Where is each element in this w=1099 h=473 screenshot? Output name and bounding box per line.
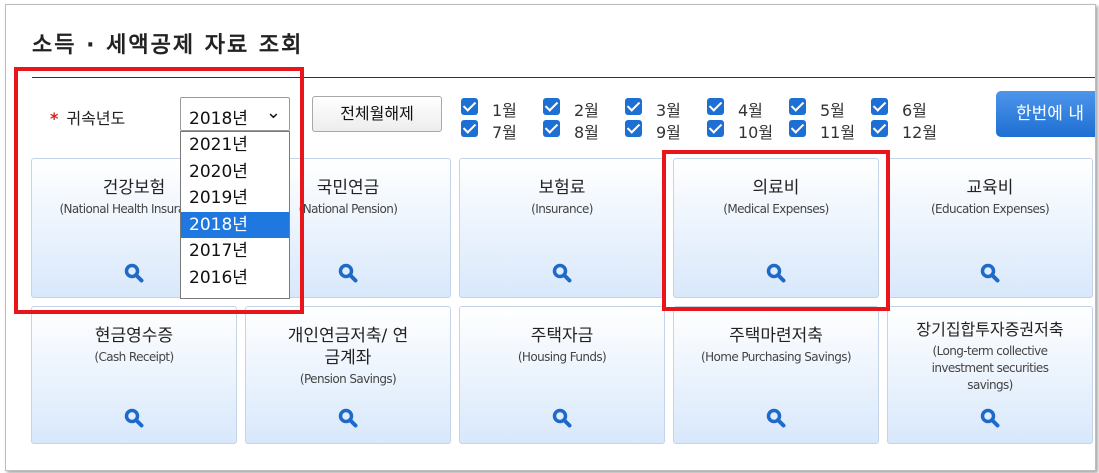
card-subtitle: (Long-term collective investment securit… <box>931 344 1049 392</box>
year-option-2018-selected[interactable]: 2018년 <box>181 211 289 239</box>
card-home-purchasing-savings[interactable]: 주택마련저축 (Home Purchasing Savings) <box>673 306 879 444</box>
checkbox-checked-icon <box>625 98 642 115</box>
search-icon[interactable] <box>766 263 786 283</box>
year-option-2017[interactable]: 2017년 <box>181 238 289 265</box>
card-subtitle: (Education Expenses) <box>930 202 1050 216</box>
checkbox-checked-icon <box>461 120 478 137</box>
lookup-all-button[interactable]: 한번에 내 <box>996 91 1095 137</box>
page-title: 소득 · 세액공제 자료 조회 <box>32 33 304 58</box>
card-subtitle: (Pension Savings) <box>299 372 397 386</box>
card-title: 개인연금저축/ 연금계좌 <box>287 326 409 368</box>
checkbox-checked-icon <box>871 120 888 137</box>
card-title: 현금영수증 <box>94 326 174 346</box>
required-mark: * <box>50 109 59 128</box>
month-label: 12월 <box>902 123 938 142</box>
card-long-term-investment-savings[interactable]: 장기집합투자증권저축 (Long-term collective investm… <box>887 306 1093 444</box>
search-icon[interactable] <box>552 263 572 283</box>
year-dropdown-list: 2021년 2020년 2019년 2018년 2017년 2016년 <box>180 131 290 299</box>
title-divider <box>32 77 1095 78</box>
card-subtitle: (Insurance) <box>531 202 593 216</box>
card-subtitle: (Home Purchasing Savings) <box>701 350 852 364</box>
card-title: 보험료 <box>538 178 586 198</box>
month-label: 3월 <box>656 101 681 120</box>
checkbox-checked-icon <box>543 120 560 137</box>
card-housing-funds[interactable]: 주택자금 (Housing Funds) <box>459 306 665 444</box>
card-medical-expenses[interactable]: 의료비 (Medical Expenses) <box>673 158 879 298</box>
year-select[interactable]: 2018년 ⌄ <box>180 97 290 131</box>
clear-all-months-button[interactable]: 전체월해제 <box>312 96 442 132</box>
card-title: 주택마련저축 <box>729 326 823 346</box>
chevron-down-icon: ⌄ <box>265 102 281 123</box>
card-subtitle: (Cash Receipt) <box>94 350 174 364</box>
checkbox-checked-icon <box>625 120 642 137</box>
checkbox-checked-icon <box>707 98 724 115</box>
card-cash-receipt[interactable]: 현금영수증 (Cash Receipt) <box>31 306 237 444</box>
card-title: 주택자금 <box>530 326 594 346</box>
card-insurance[interactable]: 보험료 (Insurance) <box>459 158 665 298</box>
checkbox-checked-icon <box>789 120 806 137</box>
checkbox-checked-icon <box>461 98 478 115</box>
search-icon[interactable] <box>124 408 144 428</box>
card-subtitle: (Medical Expenses) <box>723 202 829 216</box>
year-option-2016[interactable]: 2016년 <box>181 265 289 292</box>
card-education-expenses[interactable]: 교육비 (Education Expenses) <box>887 158 1093 298</box>
month-label: 2월 <box>574 101 599 120</box>
search-icon[interactable] <box>980 263 1000 283</box>
search-icon[interactable] <box>552 408 572 428</box>
year-label-text: 귀속년도 <box>66 109 126 128</box>
month-label: 6월 <box>902 101 927 120</box>
search-icon[interactable] <box>980 408 1000 428</box>
checkbox-checked-icon <box>789 98 806 115</box>
card-pension-savings[interactable]: 개인연금저축/ 연금계좌 (Pension Savings) <box>245 306 451 444</box>
month-label: 9월 <box>656 123 681 142</box>
checkbox-checked-icon <box>707 120 724 137</box>
month-label: 7월 <box>492 123 517 142</box>
month-label: 11월 <box>820 123 856 142</box>
card-subtitle: (Housing Funds) <box>517 350 607 364</box>
year-select-value: 2018년 <box>189 109 248 129</box>
card-title: 의료비 <box>752 178 800 198</box>
search-icon[interactable] <box>338 408 358 428</box>
year-option-2021[interactable]: 2021년 <box>181 132 289 159</box>
checkbox-checked-icon <box>543 98 560 115</box>
year-label: * 귀속년도 <box>50 105 125 129</box>
card-title: 교육비 <box>966 178 1014 198</box>
page-frame: 소득 · 세액공제 자료 조회 * 귀속년도 2018년 ⌄ 전체월해제 1월 2… <box>5 4 1096 471</box>
year-option-2019[interactable]: 2019년 <box>181 185 289 212</box>
month-label: 8월 <box>574 123 599 142</box>
card-title: 장기집합투자증권저축 <box>916 320 1064 339</box>
search-icon[interactable] <box>124 263 144 283</box>
year-option-2020[interactable]: 2020년 <box>181 159 289 186</box>
month-label: 10월 <box>738 123 774 142</box>
month-label: 5월 <box>820 101 845 120</box>
month-label: 4월 <box>738 101 763 120</box>
search-icon[interactable] <box>766 408 786 428</box>
checkbox-checked-icon <box>871 98 888 115</box>
search-icon[interactable] <box>338 263 358 283</box>
month-label: 1월 <box>492 101 517 120</box>
